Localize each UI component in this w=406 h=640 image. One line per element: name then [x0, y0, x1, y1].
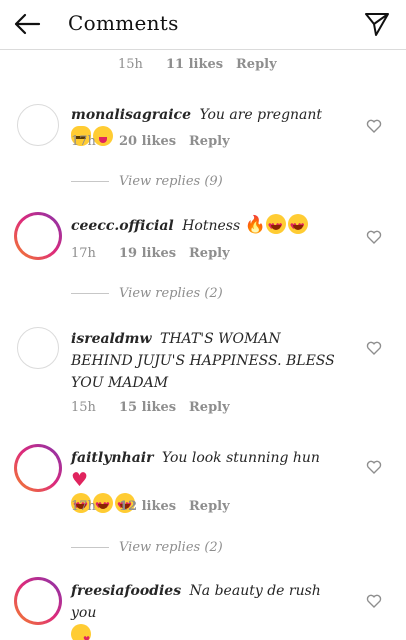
comment-username[interactable]: ceecc.official [71, 218, 174, 234]
page-title: Comments [68, 11, 179, 35]
back-button[interactable] [10, 10, 44, 38]
heart-icon[interactable] [366, 593, 382, 609]
comment-meta: 15h 15 likes Reply [71, 400, 230, 415]
heart-icon[interactable] [366, 459, 382, 475]
paper-plane-icon [365, 13, 389, 36]
avatar[interactable] [14, 212, 62, 260]
view-replies-button[interactable]: View replies (2) [71, 540, 223, 555]
comment-username[interactable]: isrealdmw [71, 331, 152, 347]
view-replies-button[interactable]: View replies (2) [71, 286, 223, 301]
red-heart-emoji: ♥ [71, 469, 89, 491]
fire-emoji: 🔥 [244, 215, 266, 235]
view-replies-label: View replies (2) [119, 286, 223, 301]
comment-time: 15h [118, 57, 143, 72]
avatar[interactable] [17, 104, 59, 146]
avatar[interactable] [14, 577, 62, 625]
comment-meta-prev: 15h 11 likes Reply [118, 57, 277, 72]
avatar[interactable] [14, 444, 62, 492]
kissing-emoji [71, 624, 91, 640]
comment-time: 17h [71, 499, 96, 514]
reply-button[interactable]: Reply [189, 246, 230, 261]
comment-likes[interactable]: 19 likes [119, 246, 189, 261]
heart-icon[interactable] [366, 340, 382, 356]
heart-icon[interactable] [366, 118, 382, 134]
comment-body: isrealdmw THAT'S WOMAN BEHIND JUJU'S HAP… [71, 328, 346, 394]
comment-meta: 17h 12 likes Reply [71, 499, 230, 514]
comment-time: 15h [71, 400, 96, 415]
comment-username[interactable]: faitlynhair [71, 450, 153, 466]
comment-text: You look stunning hun [161, 450, 320, 466]
view-replies-button[interactable]: View replies (9) [71, 174, 223, 189]
view-replies-label: View replies (2) [119, 540, 223, 555]
heart-eyes-emoji [265, 214, 286, 238]
back-arrow-icon [14, 13, 41, 35]
replies-line [71, 181, 109, 182]
reply-button[interactable]: Reply [189, 400, 230, 415]
comment-likes[interactable]: 11 likes [166, 57, 236, 72]
replies-line [71, 293, 109, 294]
comment-likes[interactable]: 20 likes [119, 134, 189, 149]
comment-meta: 17h 19 likes Reply [71, 246, 230, 261]
comments-header: Comments [0, 0, 406, 50]
comment-text: You are pregnant [199, 107, 323, 123]
heart-icon[interactable] [366, 229, 382, 245]
comment-time: 17h [71, 134, 96, 149]
comment-body: freesiafoodies Na beauty de rush you [71, 580, 341, 640]
avatar[interactable] [17, 327, 59, 369]
comment-likes[interactable]: 12 likes [119, 499, 189, 514]
reply-button[interactable]: Reply [236, 57, 277, 72]
replies-line [71, 547, 109, 548]
reply-button[interactable]: Reply [189, 134, 230, 149]
comment-meta: 17h 20 likes Reply [71, 134, 230, 149]
comment-text: Hotness [182, 218, 241, 234]
heart-eyes-emoji [287, 214, 308, 238]
comment-body: ceecc.official Hotness 🔥 [71, 214, 341, 238]
comment-likes[interactable]: 15 likes [119, 400, 189, 415]
reply-button[interactable]: Reply [189, 499, 230, 514]
comment-time: 17h [71, 246, 96, 261]
send-button[interactable] [362, 9, 392, 39]
comment-username[interactable]: monalisagraice [71, 107, 191, 123]
comment-username[interactable]: freesiafoodies [71, 583, 181, 599]
view-replies-label: View replies (9) [119, 174, 223, 189]
